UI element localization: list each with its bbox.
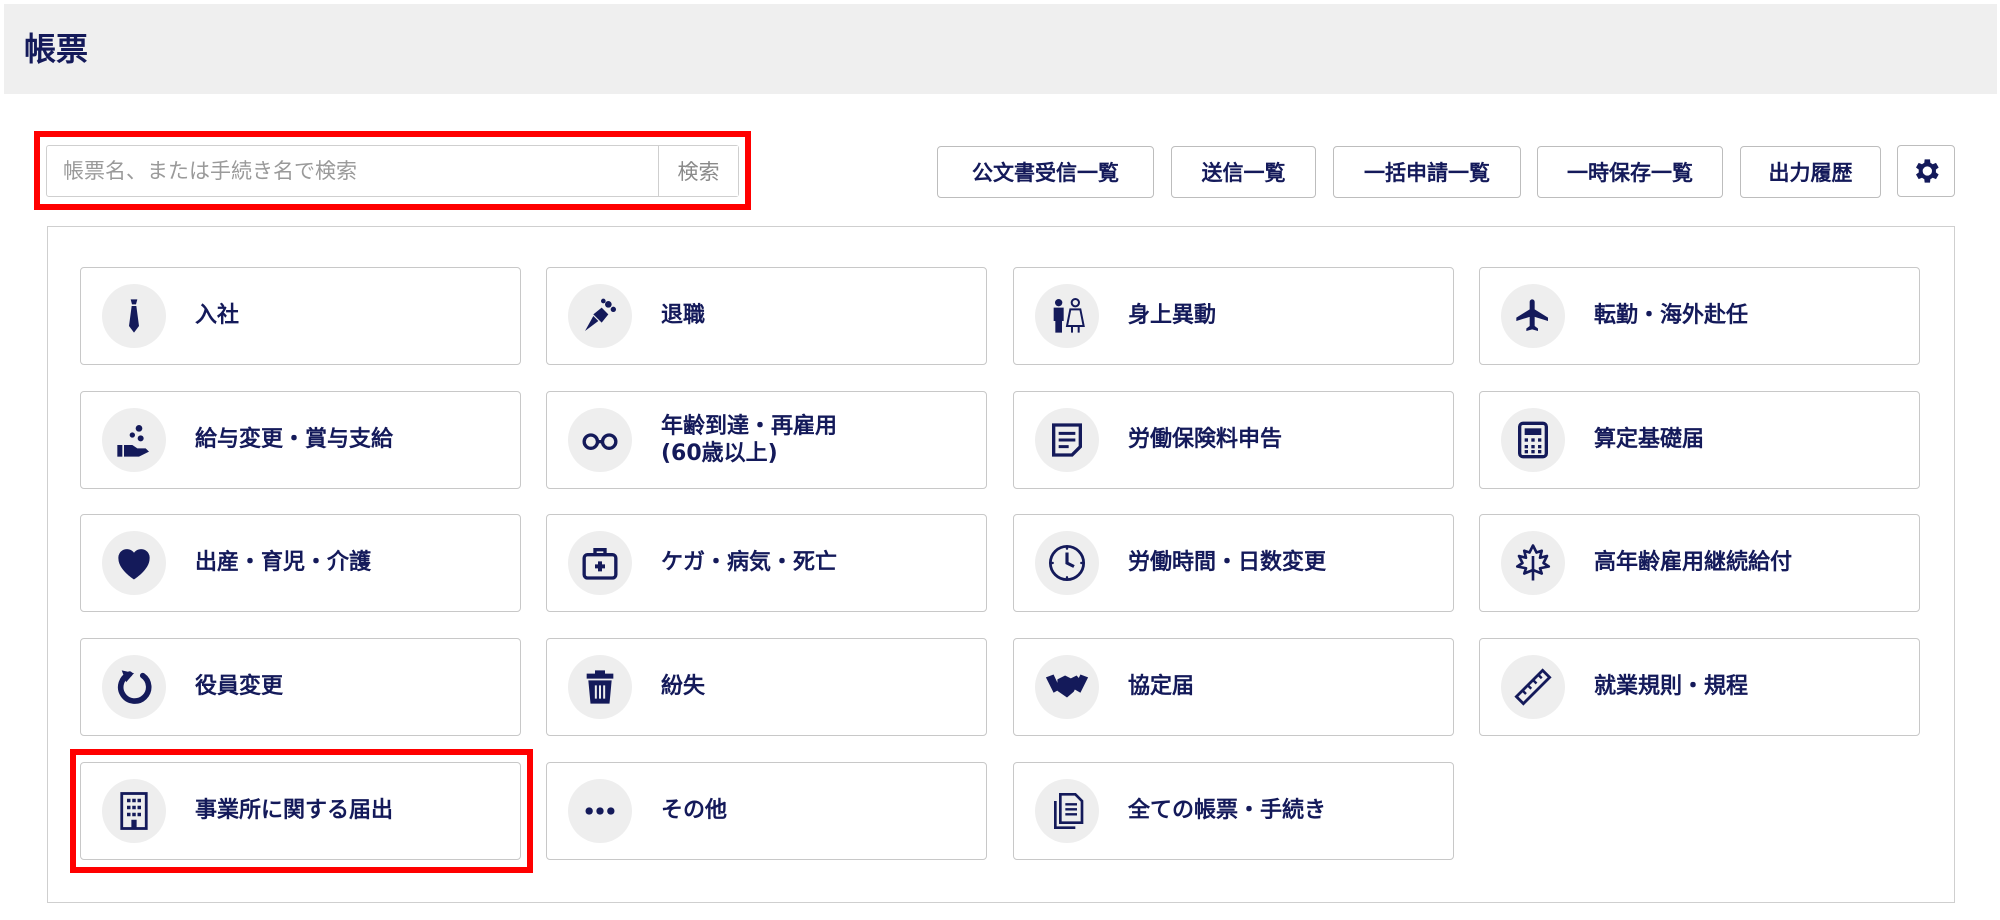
category-sublabel: (60歳以上)	[661, 441, 778, 466]
trash-icon	[586, 670, 614, 704]
category-label: 紛失	[661, 674, 706, 700]
category-card-officer-change[interactable]: 役員変更	[80, 638, 521, 736]
category-card-hire[interactable]: 入社	[80, 267, 521, 365]
category-card-working-hours[interactable]: 労働時間・日数変更	[1013, 514, 1454, 612]
category-label: 出産・育児・介護	[195, 550, 372, 576]
wedding-couple-icon	[1053, 297, 1085, 333]
category-label: 身上異動	[1128, 303, 1217, 329]
category-label: 年齢到達・再雇用	[661, 413, 838, 439]
category-label: 労働保険料申告	[1128, 427, 1283, 453]
category-card-injury-illness[interactable]: ケガ・病気・死亡	[546, 514, 987, 612]
category-card-calculation-basis[interactable]: 算定基礎届	[1479, 391, 1920, 489]
category-card-all-forms[interactable]: 全ての帳票・手続き	[1013, 762, 1454, 860]
ellipsis-icon	[585, 807, 615, 815]
category-card-elderly-employment-benefit[interactable]: 高年齢雇用継続給付	[1479, 514, 1920, 612]
output-history-button[interactable]: 出力履歴	[1740, 146, 1881, 198]
first-aid-kit-icon	[582, 548, 618, 580]
search-button[interactable]: 検索	[658, 146, 738, 196]
category-card-other[interactable]: その他	[546, 762, 987, 860]
calculator-icon	[1518, 421, 1548, 459]
document-icon	[1052, 423, 1082, 457]
category-label: 給与変更・賞与支給	[195, 427, 394, 453]
category-card-labor-insurance[interactable]: 労働保険料申告	[1013, 391, 1454, 489]
refresh-icon	[117, 670, 152, 704]
received-documents-button[interactable]: 公文書受信一覧	[937, 146, 1154, 198]
airplane-icon	[1516, 299, 1548, 331]
category-label: 役員変更	[195, 674, 284, 700]
temporary-saved-list-button[interactable]: 一時保存一覧	[1537, 146, 1723, 198]
glasses-icon	[582, 433, 618, 450]
category-label: その他	[661, 798, 728, 824]
settings-button[interactable]	[1897, 145, 1955, 197]
category-card-retirement[interactable]: 退職	[546, 267, 987, 365]
page-title: 帳票	[24, 30, 89, 68]
category-label: 高年齢雇用継続給付	[1594, 550, 1793, 576]
clock-icon	[1048, 544, 1086, 582]
category-card-childbirth-care[interactable]: 出産・育児・介護	[80, 514, 521, 612]
category-label: 就業規則・規程	[1594, 674, 1749, 700]
category-label: 協定届	[1128, 674, 1195, 700]
category-card-transfer[interactable]: 転勤・海外赴任	[1479, 267, 1920, 365]
category-label: 労働時間・日数変更	[1128, 550, 1327, 576]
page-header	[4, 4, 1997, 94]
search-input[interactable]	[47, 146, 658, 196]
sent-list-button[interactable]: 送信一覧	[1171, 146, 1316, 198]
category-label: 算定基礎届	[1594, 427, 1705, 453]
bouquet-icon	[585, 298, 616, 331]
category-label: 全ての帳票・手続き	[1128, 798, 1327, 824]
category-card-agreement[interactable]: 協定届	[1013, 638, 1454, 736]
gear-icon	[1916, 159, 1939, 183]
ruler-icon	[1514, 668, 1552, 706]
category-label: ケガ・病気・死亡	[661, 550, 838, 576]
necktie-icon	[129, 299, 139, 333]
category-label: 退職	[661, 303, 706, 329]
search-box: 検索	[46, 145, 739, 197]
handshake-icon	[1045, 674, 1089, 698]
category-card-age-reemployment[interactable]: 年齢到達・再雇用 (60歳以上)	[546, 391, 987, 489]
hand-coins-icon	[117, 425, 149, 457]
heart-icon	[118, 549, 150, 580]
category-card-personal-change[interactable]: 身上異動	[1013, 267, 1454, 365]
category-card-work-rules[interactable]: 就業規則・規程	[1479, 638, 1920, 736]
category-label: 転勤・海外赴任	[1594, 303, 1749, 329]
category-label: 入社	[195, 303, 240, 329]
category-card-loss[interactable]: 紛失	[546, 638, 987, 736]
office-notification-highlight-frame	[70, 749, 533, 873]
batch-application-list-button[interactable]: 一括申請一覧	[1333, 146, 1521, 198]
category-card-salary-change[interactable]: 給与変更・賞与支給	[80, 391, 521, 489]
documents-icon	[1054, 793, 1084, 829]
maple-leaf-icon	[1515, 544, 1551, 581]
